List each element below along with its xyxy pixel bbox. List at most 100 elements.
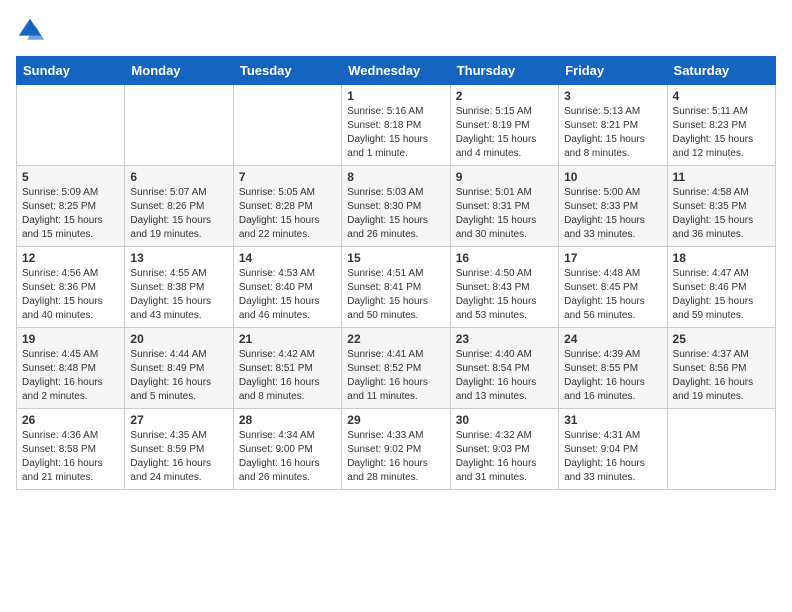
day-info: Sunrise: 4:48 AM Sunset: 8:45 PM Dayligh… (564, 267, 661, 323)
day-number: 11 (673, 170, 770, 184)
day-number: 10 (564, 170, 661, 184)
calendar-header-row: SundayMondayTuesdayWednesdayThursdayFrid… (17, 57, 776, 85)
day-info: Sunrise: 5:15 AM Sunset: 8:19 PM Dayligh… (456, 105, 553, 161)
calendar-cell: 2 Sunrise: 5:15 AM Sunset: 8:19 PM Daylig… (450, 85, 558, 166)
calendar-cell: 24 Sunrise: 4:39 AM Sunset: 8:55 PM Dayli… (559, 328, 667, 409)
day-info: Sunrise: 4:35 AM Sunset: 8:59 PM Dayligh… (130, 429, 227, 485)
day-number: 19 (22, 332, 119, 346)
day-number: 6 (130, 170, 227, 184)
calendar-cell: 15 Sunrise: 4:51 AM Sunset: 8:41 PM Dayli… (342, 247, 450, 328)
day-number: 23 (456, 332, 553, 346)
calendar-cell: 27 Sunrise: 4:35 AM Sunset: 8:59 PM Dayli… (125, 409, 233, 490)
calendar-week-row: 26 Sunrise: 4:36 AM Sunset: 8:58 PM Dayli… (17, 409, 776, 490)
day-info: Sunrise: 4:37 AM Sunset: 8:56 PM Dayligh… (673, 348, 770, 404)
day-info: Sunrise: 4:34 AM Sunset: 9:00 PM Dayligh… (239, 429, 336, 485)
day-number: 22 (347, 332, 444, 346)
calendar-cell: 21 Sunrise: 4:42 AM Sunset: 8:51 PM Dayli… (233, 328, 341, 409)
calendar-cell: 17 Sunrise: 4:48 AM Sunset: 8:45 PM Dayli… (559, 247, 667, 328)
day-number: 20 (130, 332, 227, 346)
day-number: 14 (239, 251, 336, 265)
calendar-cell: 19 Sunrise: 4:45 AM Sunset: 8:48 PM Dayli… (17, 328, 125, 409)
calendar-week-row: 12 Sunrise: 4:56 AM Sunset: 8:36 PM Dayli… (17, 247, 776, 328)
day-info: Sunrise: 4:36 AM Sunset: 8:58 PM Dayligh… (22, 429, 119, 485)
day-number: 25 (673, 332, 770, 346)
day-info: Sunrise: 5:07 AM Sunset: 8:26 PM Dayligh… (130, 186, 227, 242)
calendar-cell (125, 85, 233, 166)
calendar-cell: 4 Sunrise: 5:11 AM Sunset: 8:23 PM Daylig… (667, 85, 775, 166)
day-info: Sunrise: 4:45 AM Sunset: 8:48 PM Dayligh… (22, 348, 119, 404)
day-info: Sunrise: 4:47 AM Sunset: 8:46 PM Dayligh… (673, 267, 770, 323)
day-info: Sunrise: 5:00 AM Sunset: 8:33 PM Dayligh… (564, 186, 661, 242)
calendar-cell: 3 Sunrise: 5:13 AM Sunset: 8:21 PM Daylig… (559, 85, 667, 166)
calendar-cell: 26 Sunrise: 4:36 AM Sunset: 8:58 PM Dayli… (17, 409, 125, 490)
day-number: 26 (22, 413, 119, 427)
day-info: Sunrise: 5:16 AM Sunset: 8:18 PM Dayligh… (347, 105, 444, 161)
day-info: Sunrise: 4:41 AM Sunset: 8:52 PM Dayligh… (347, 348, 444, 404)
day-info: Sunrise: 5:13 AM Sunset: 8:21 PM Dayligh… (564, 105, 661, 161)
day-number: 12 (22, 251, 119, 265)
calendar-week-row: 1 Sunrise: 5:16 AM Sunset: 8:18 PM Daylig… (17, 85, 776, 166)
day-info: Sunrise: 4:51 AM Sunset: 8:41 PM Dayligh… (347, 267, 444, 323)
day-info: Sunrise: 4:33 AM Sunset: 9:02 PM Dayligh… (347, 429, 444, 485)
calendar-cell: 18 Sunrise: 4:47 AM Sunset: 8:46 PM Dayli… (667, 247, 775, 328)
day-number: 17 (564, 251, 661, 265)
calendar-cell: 11 Sunrise: 4:58 AM Sunset: 8:35 PM Dayli… (667, 166, 775, 247)
calendar-week-row: 19 Sunrise: 4:45 AM Sunset: 8:48 PM Dayli… (17, 328, 776, 409)
calendar-cell: 5Sunrise: 5:09 AM Sunset: 8:25 PM Daylig… (17, 166, 125, 247)
calendar-cell: 25 Sunrise: 4:37 AM Sunset: 8:56 PM Dayli… (667, 328, 775, 409)
day-info: Sunrise: 4:42 AM Sunset: 8:51 PM Dayligh… (239, 348, 336, 404)
day-number: 29 (347, 413, 444, 427)
calendar-week-row: 5Sunrise: 5:09 AM Sunset: 8:25 PM Daylig… (17, 166, 776, 247)
day-info: Sunrise: 4:39 AM Sunset: 8:55 PM Dayligh… (564, 348, 661, 404)
calendar-cell: 1 Sunrise: 5:16 AM Sunset: 8:18 PM Daylig… (342, 85, 450, 166)
day-number: 2 (456, 89, 553, 103)
day-info: Sunrise: 4:56 AM Sunset: 8:36 PM Dayligh… (22, 267, 119, 323)
day-number: 24 (564, 332, 661, 346)
day-info: Sunrise: 4:44 AM Sunset: 8:49 PM Dayligh… (130, 348, 227, 404)
header-friday: Friday (559, 57, 667, 85)
day-info: Sunrise: 4:40 AM Sunset: 8:54 PM Dayligh… (456, 348, 553, 404)
day-number: 31 (564, 413, 661, 427)
day-info: Sunrise: 5:05 AM Sunset: 8:28 PM Dayligh… (239, 186, 336, 242)
day-info: Sunrise: 4:32 AM Sunset: 9:03 PM Dayligh… (456, 429, 553, 485)
calendar-cell: 6 Sunrise: 5:07 AM Sunset: 8:26 PM Daylig… (125, 166, 233, 247)
calendar-cell: 20 Sunrise: 4:44 AM Sunset: 8:49 PM Dayli… (125, 328, 233, 409)
day-number: 27 (130, 413, 227, 427)
calendar-cell: 14 Sunrise: 4:53 AM Sunset: 8:40 PM Dayli… (233, 247, 341, 328)
header-sunday: Sunday (17, 57, 125, 85)
calendar-cell (667, 409, 775, 490)
calendar-table: SundayMondayTuesdayWednesdayThursdayFrid… (16, 56, 776, 490)
day-info: Sunrise: 4:50 AM Sunset: 8:43 PM Dayligh… (456, 267, 553, 323)
calendar-cell: 31 Sunrise: 4:31 AM Sunset: 9:04 PM Dayli… (559, 409, 667, 490)
calendar-cell: 30 Sunrise: 4:32 AM Sunset: 9:03 PM Dayli… (450, 409, 558, 490)
day-info: Sunrise: 5:09 AM Sunset: 8:25 PM Dayligh… (22, 186, 119, 242)
day-number: 18 (673, 251, 770, 265)
day-number: 3 (564, 89, 661, 103)
day-info: Sunrise: 5:03 AM Sunset: 8:30 PM Dayligh… (347, 186, 444, 242)
calendar-cell: 16Sunrise: 4:50 AM Sunset: 8:43 PM Dayli… (450, 247, 558, 328)
page-header (16, 16, 776, 44)
day-info: Sunrise: 4:31 AM Sunset: 9:04 PM Dayligh… (564, 429, 661, 485)
day-number: 15 (347, 251, 444, 265)
calendar-cell: 10 Sunrise: 5:00 AM Sunset: 8:33 PM Dayli… (559, 166, 667, 247)
day-info: Sunrise: 4:53 AM Sunset: 8:40 PM Dayligh… (239, 267, 336, 323)
day-info: Sunrise: 4:55 AM Sunset: 8:38 PM Dayligh… (130, 267, 227, 323)
day-number: 1 (347, 89, 444, 103)
header-thursday: Thursday (450, 57, 558, 85)
day-info: Sunrise: 5:11 AM Sunset: 8:23 PM Dayligh… (673, 105, 770, 161)
day-info: Sunrise: 4:58 AM Sunset: 8:35 PM Dayligh… (673, 186, 770, 242)
calendar-cell (17, 85, 125, 166)
header-saturday: Saturday (667, 57, 775, 85)
calendar-cell: 29 Sunrise: 4:33 AM Sunset: 9:02 PM Dayli… (342, 409, 450, 490)
header-wednesday: Wednesday (342, 57, 450, 85)
calendar-cell: 7Sunrise: 5:05 AM Sunset: 8:28 PM Daylig… (233, 166, 341, 247)
calendar-cell: 22 Sunrise: 4:41 AM Sunset: 8:52 PM Dayli… (342, 328, 450, 409)
logo-icon (16, 16, 44, 44)
calendar-cell: 8Sunrise: 5:03 AM Sunset: 8:30 PM Daylig… (342, 166, 450, 247)
day-number: 13 (130, 251, 227, 265)
calendar-cell: 23 Sunrise: 4:40 AM Sunset: 8:54 PM Dayli… (450, 328, 558, 409)
day-number: 30 (456, 413, 553, 427)
day-number: 21 (239, 332, 336, 346)
calendar-cell: 28Sunrise: 4:34 AM Sunset: 9:00 PM Dayli… (233, 409, 341, 490)
day-number: 4 (673, 89, 770, 103)
